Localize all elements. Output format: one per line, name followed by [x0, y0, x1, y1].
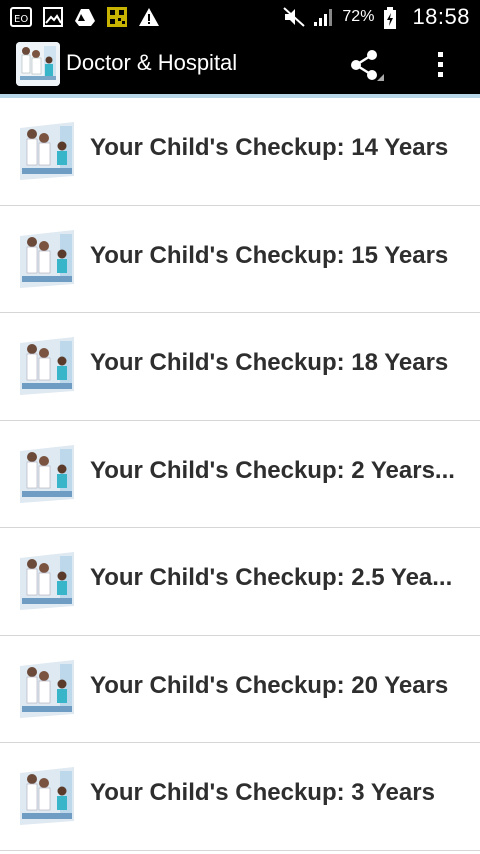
doctor-thumbnail-icon	[16, 120, 78, 182]
list-item[interactable]: Your Child's Checkup: 14 Years	[0, 98, 480, 206]
doctor-thumbnail-icon	[16, 443, 78, 505]
clock: 18:58	[412, 4, 470, 29]
item-label: Your Child's Checkup: 14 Years	[90, 134, 449, 161]
doctor-thumbnail-icon	[16, 550, 78, 612]
list-item[interactable]: Your Child's Checkup: 18 Years	[0, 313, 480, 421]
app-title: Doctor & Hospital	[66, 50, 238, 75]
eo-icon: EO	[10, 6, 32, 28]
list-item[interactable]: Your Child's Checkup: 2.5 Yea...	[0, 528, 480, 636]
list-item[interactable]: Your Child's Checkup: 2 Years...	[0, 420, 480, 528]
qr-icon	[106, 6, 128, 28]
signal-icon	[312, 6, 334, 28]
doctor-thumbnail-icon	[16, 228, 78, 290]
image-icon	[42, 6, 64, 28]
item-label: Your Child's Checkup: 2.5 Yea...	[90, 564, 453, 591]
list-item[interactable]: Your Child's Checkup: 15 Years	[0, 205, 480, 313]
item-label: Your Child's Checkup: 2 Years...	[90, 456, 455, 484]
list-item[interactable]: Your Child's Checkup: 3 Years	[0, 743, 480, 851]
notification-icons: EO	[10, 6, 160, 28]
share-icon	[351, 50, 384, 81]
overflow-menu-button[interactable]	[426, 48, 456, 82]
app-logo-icon[interactable]	[16, 42, 60, 86]
doctor-thumbnail-icon	[16, 335, 78, 397]
item-label: Your Child's Checkup: 3 Years	[90, 779, 435, 806]
svg-text:EO: EO	[14, 14, 28, 25]
mute-icon	[282, 6, 306, 28]
share-button[interactable]	[346, 48, 386, 82]
checkup-list: Your Child's Checkup: 14 Years Your Chil…	[0, 98, 480, 851]
more-vert-icon	[438, 52, 443, 77]
battery-icon	[382, 6, 404, 29]
list-item[interactable]: Your Child's Checkup: 20 Years	[0, 635, 480, 743]
drive-icon	[74, 6, 96, 28]
item-label: Your Child's Checkup: 20 Years	[90, 671, 449, 699]
battery-percent: 72%	[342, 8, 375, 25]
warning-icon	[138, 6, 160, 28]
action-bar: Doctor & Hospital	[0, 36, 480, 94]
item-label: Your Child's Checkup: 18 Years	[90, 349, 449, 376]
item-label: Your Child's Checkup: 15 Years	[90, 241, 449, 269]
system-status: 72% 18:58	[282, 4, 470, 30]
doctor-thumbnail-icon	[16, 658, 78, 720]
doctor-thumbnail-icon	[16, 765, 78, 827]
status-bar: EO 72% 18:58	[0, 0, 480, 36]
